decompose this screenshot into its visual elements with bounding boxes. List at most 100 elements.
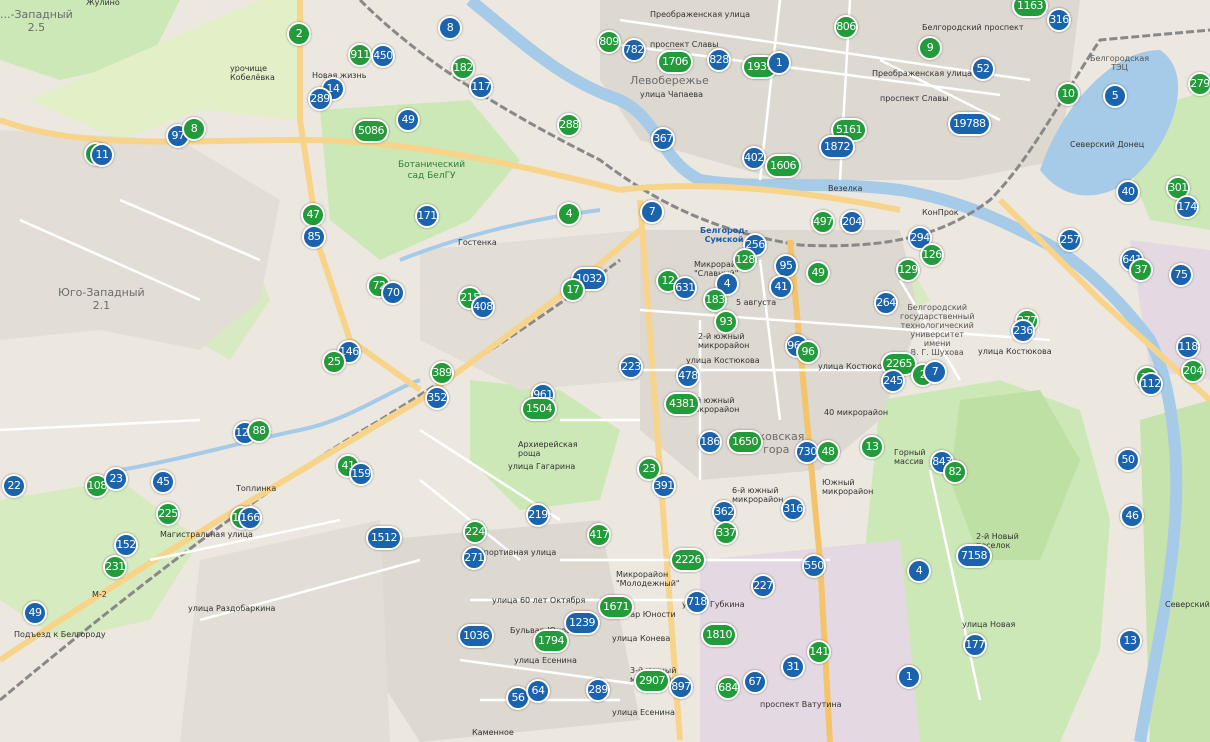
cluster-marker[interactable]: 4 xyxy=(907,559,931,583)
cluster-marker[interactable]: 7158 xyxy=(956,544,992,568)
cluster-marker[interactable]: 183 xyxy=(703,288,727,312)
cluster-marker[interactable]: 171 xyxy=(415,204,439,228)
cluster-marker[interactable]: 550 xyxy=(802,554,826,578)
cluster-marker[interactable]: 152 xyxy=(114,533,138,557)
cluster-marker[interactable]: 49 xyxy=(23,601,47,625)
cluster-marker[interactable]: 40 xyxy=(1116,180,1140,204)
cluster-marker[interactable]: 117 xyxy=(469,75,493,99)
cluster-marker[interactable]: 17 xyxy=(561,278,585,302)
cluster-marker[interactable]: 271 xyxy=(462,546,486,570)
cluster-marker[interactable]: 50 xyxy=(1116,448,1140,472)
cluster-marker[interactable]: 279 xyxy=(1188,72,1210,96)
cluster-marker[interactable]: 219 xyxy=(526,503,550,527)
cluster-marker[interactable]: 236 xyxy=(1011,319,1035,343)
cluster-marker[interactable]: 389 xyxy=(430,361,454,385)
cluster-marker[interactable]: 1504 xyxy=(521,397,557,421)
cluster-marker[interactable]: 25 xyxy=(322,350,346,374)
cluster-marker[interactable]: 11 xyxy=(90,143,114,167)
cluster-marker[interactable]: 1036 xyxy=(458,624,494,648)
cluster-marker[interactable]: 316 xyxy=(781,497,805,521)
cluster-marker[interactable]: 289 xyxy=(308,87,332,111)
cluster-marker[interactable]: 1810 xyxy=(701,623,737,647)
map-view[interactable]: ...-Западный 2.5 Юго-Западный 2.1 Жулино Лево… xyxy=(0,0,1210,742)
cluster-marker[interactable]: 417 xyxy=(587,523,611,547)
cluster-marker[interactable]: 13 xyxy=(1118,629,1142,653)
cluster-marker[interactable]: 897 xyxy=(669,675,693,699)
cluster-marker[interactable]: 186 xyxy=(698,430,722,454)
cluster-marker[interactable]: 1163 xyxy=(1012,0,1048,18)
cluster-marker[interactable]: 141 xyxy=(807,640,831,664)
cluster-marker[interactable]: 828 xyxy=(707,48,731,72)
cluster-marker[interactable]: 46 xyxy=(1120,504,1144,528)
cluster-marker[interactable]: 204 xyxy=(840,210,864,234)
cluster-marker[interactable]: 782 xyxy=(622,38,646,62)
cluster-marker[interactable]: 231 xyxy=(103,555,127,579)
cluster-marker[interactable]: 49 xyxy=(396,108,420,132)
cluster-marker[interactable]: 82 xyxy=(943,460,967,484)
cluster-marker[interactable]: 96 xyxy=(796,340,820,364)
cluster-marker[interactable]: 1706 xyxy=(657,50,693,74)
cluster-marker[interactable]: 2226 xyxy=(670,548,706,572)
cluster-marker[interactable]: 19788 xyxy=(948,112,991,136)
cluster-marker[interactable]: 64 xyxy=(526,679,550,703)
cluster-marker[interactable]: 45 xyxy=(151,470,175,494)
cluster-marker[interactable]: 7 xyxy=(923,360,947,384)
cluster-marker[interactable]: 1606 xyxy=(765,154,801,178)
cluster-marker[interactable]: 174 xyxy=(1175,195,1199,219)
cluster-marker[interactable]: 631 xyxy=(673,276,697,300)
cluster-marker[interactable]: 257 xyxy=(1058,228,1082,252)
cluster-marker[interactable]: 23 xyxy=(104,467,128,491)
cluster-marker[interactable]: 245 xyxy=(881,369,905,393)
cluster-marker[interactable]: 223 xyxy=(619,355,643,379)
cluster-marker[interactable]: 450 xyxy=(371,44,395,68)
cluster-marker[interactable]: 22 xyxy=(2,474,26,498)
cluster-marker[interactable]: 288 xyxy=(557,113,581,137)
cluster-marker[interactable]: 497 xyxy=(811,210,835,234)
cluster-marker[interactable]: 227 xyxy=(751,574,775,598)
cluster-marker[interactable]: 70 xyxy=(381,281,405,305)
cluster-marker[interactable]: 337 xyxy=(714,521,738,545)
cluster-marker[interactable]: 1650 xyxy=(727,430,763,454)
cluster-marker[interactable]: 67 xyxy=(743,670,767,694)
cluster-marker[interactable]: 8 xyxy=(438,16,462,40)
cluster-marker[interactable]: 4381 xyxy=(664,392,700,416)
cluster-marker[interactable]: 93 xyxy=(714,310,738,334)
cluster-marker[interactable]: 31 xyxy=(781,655,805,679)
cluster-marker[interactable]: 225 xyxy=(156,502,180,526)
cluster-marker[interactable]: 166 xyxy=(238,506,262,530)
cluster-marker[interactable]: 1239 xyxy=(564,611,600,635)
cluster-marker[interactable]: 1512 xyxy=(366,526,402,550)
cluster-marker[interactable]: 126 xyxy=(920,243,944,267)
cluster-marker[interactable]: 4 xyxy=(557,202,581,226)
cluster-marker[interactable]: 224 xyxy=(463,520,487,544)
cluster-marker[interactable]: 1 xyxy=(767,51,791,75)
cluster-marker[interactable]: 367 xyxy=(651,127,675,151)
cluster-marker[interactable]: 2907 xyxy=(634,669,670,693)
cluster-marker[interactable]: 204 xyxy=(1181,359,1205,383)
cluster-marker[interactable]: 402 xyxy=(742,146,766,170)
cluster-marker[interactable]: 684 xyxy=(716,676,740,700)
cluster-marker[interactable]: 47 xyxy=(301,203,325,227)
cluster-marker[interactable]: 118 xyxy=(1176,335,1200,359)
cluster-marker[interactable]: 48 xyxy=(816,440,840,464)
cluster-marker[interactable]: 9 xyxy=(918,36,942,60)
cluster-marker[interactable]: 41 xyxy=(769,275,793,299)
cluster-marker[interactable]: 182 xyxy=(451,56,475,80)
cluster-marker[interactable]: 112 xyxy=(1139,372,1163,396)
cluster-marker[interactable]: 1671 xyxy=(598,595,634,619)
cluster-marker[interactable]: 85 xyxy=(302,225,326,249)
cluster-marker[interactable]: 911 xyxy=(348,43,372,67)
cluster-marker[interactable]: 1872 xyxy=(819,135,855,159)
cluster-marker[interactable]: 478 xyxy=(676,364,700,388)
cluster-marker[interactable]: 7 xyxy=(640,200,664,224)
cluster-marker[interactable]: 806 xyxy=(834,15,858,39)
cluster-marker[interactable]: 809 xyxy=(597,30,621,54)
cluster-marker[interactable]: 10 xyxy=(1056,82,1080,106)
cluster-marker[interactable]: 264 xyxy=(874,291,898,315)
cluster-marker[interactable]: 391 xyxy=(652,474,676,498)
cluster-marker[interactable]: 75 xyxy=(1169,263,1193,287)
cluster-marker[interactable]: 352 xyxy=(425,386,449,410)
cluster-marker[interactable]: 289 xyxy=(586,678,610,702)
cluster-marker[interactable]: 37 xyxy=(1129,258,1153,282)
cluster-marker[interactable]: 5086 xyxy=(353,119,389,143)
